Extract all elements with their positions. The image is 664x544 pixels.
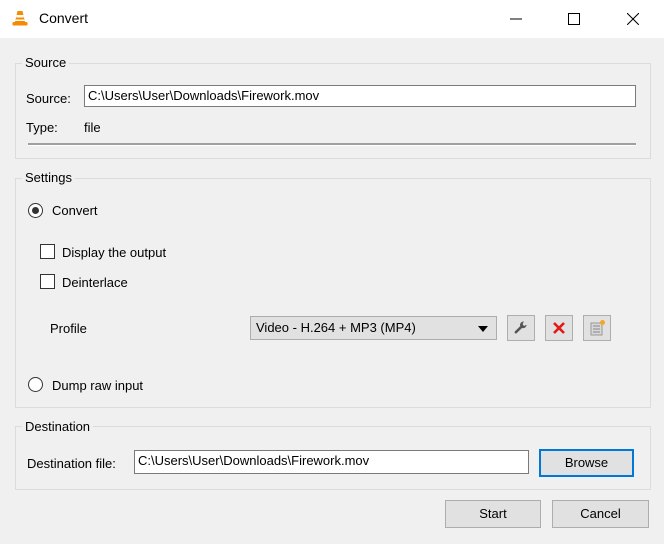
source-input[interactable]: C:\Users\User\Downloads\Firework.mov — [84, 85, 636, 107]
minimize-icon — [510, 18, 522, 20]
convert-radio[interactable] — [28, 203, 43, 218]
destination-group-title: Destination — [22, 419, 94, 434]
browse-button[interactable]: Browse — [539, 449, 634, 477]
radio-selected-dot — [32, 207, 39, 214]
settings-group-title: Settings — [22, 170, 75, 185]
title-bar: Convert — [0, 0, 664, 38]
window-title: Convert — [39, 10, 89, 26]
type-label: Type: — [26, 120, 58, 135]
source-label: Source: — [26, 91, 71, 106]
minimize-button[interactable] — [487, 0, 545, 38]
profile-label: Profile — [50, 321, 87, 336]
start-button[interactable]: Start — [445, 500, 541, 528]
dump-raw-radio[interactable] — [28, 377, 43, 392]
maximize-button[interactable] — [545, 0, 603, 38]
close-button[interactable] — [604, 0, 662, 38]
destination-file-label: Destination file: — [27, 456, 116, 471]
type-value: file — [84, 120, 101, 135]
delete-x-icon — [553, 322, 565, 334]
close-icon — [627, 13, 639, 25]
source-divider — [28, 143, 636, 146]
source-group-title: Source — [22, 55, 70, 70]
display-output-label[interactable]: Display the output — [62, 245, 166, 260]
vlc-cone-icon — [12, 11, 28, 26]
profile-selected-value: Video - H.264 + MP3 (MP4) — [256, 320, 416, 335]
wrench-icon — [514, 321, 527, 334]
profile-dropdown[interactable]: Video - H.264 + MP3 (MP4) — [250, 316, 497, 340]
deinterlace-checkbox[interactable] — [40, 274, 55, 289]
new-profile-list-icon — [590, 320, 605, 336]
dropdown-arrow-icon — [478, 326, 488, 332]
deinterlace-label[interactable]: Deinterlace — [62, 275, 128, 290]
edit-profile-button[interactable] — [507, 315, 535, 341]
settings-group — [15, 178, 651, 408]
new-profile-button[interactable] — [583, 315, 611, 341]
maximize-icon — [568, 13, 580, 25]
display-output-checkbox[interactable] — [40, 244, 55, 259]
delete-profile-button[interactable] — [545, 315, 573, 341]
dump-raw-label[interactable]: Dump raw input — [52, 378, 143, 393]
cancel-button[interactable]: Cancel — [552, 500, 649, 528]
convert-radio-label[interactable]: Convert — [52, 203, 98, 218]
destination-file-input[interactable]: C:\Users\User\Downloads\Firework.mov — [134, 450, 529, 474]
